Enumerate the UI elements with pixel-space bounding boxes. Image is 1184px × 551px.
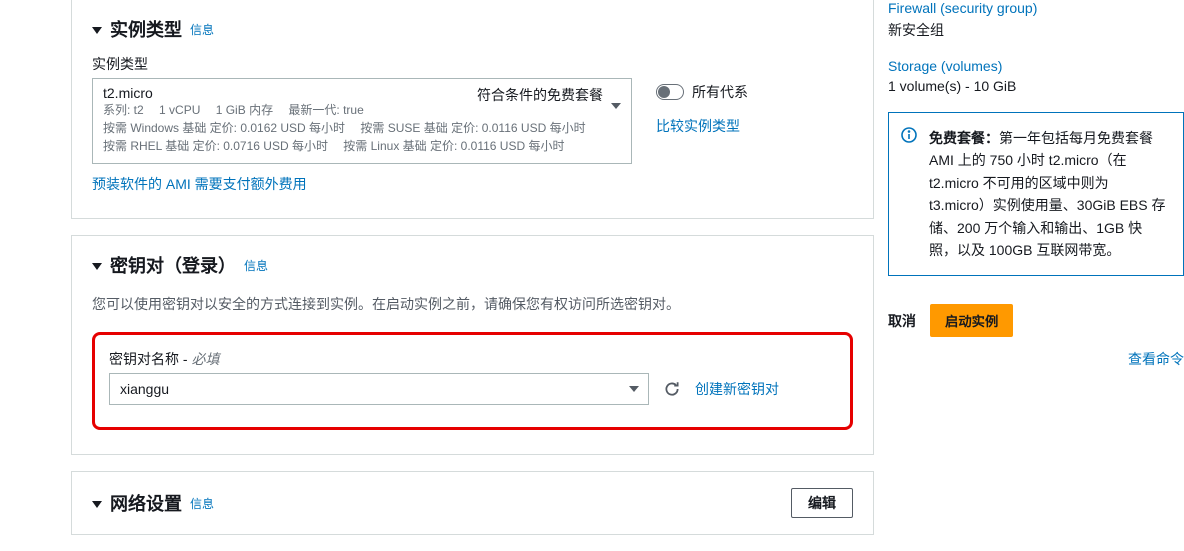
keypair-name-label: 密钥对名称 - 必填 [109,349,836,369]
keypair-title: 密钥对（登录） [110,252,236,278]
ami-extra-fee-link[interactable]: 预装软件的 AMI 需要支付额外费用 [92,176,307,192]
all-generations-label: 所有代系 [692,82,748,102]
keypair-info-link[interactable]: 信息 [244,257,268,274]
view-command-link[interactable]: 查看命令 [1128,351,1184,367]
all-generations-toggle-row: 所有代系 [656,82,748,102]
keypair-panel: 密钥对（登录） 信息 您可以使用密钥对以安全的方式连接到实例。在启动实例之前，请… [71,235,874,455]
caret-down-icon [92,263,102,270]
free-tier-info-box: 免费套餐：第一年包括每月免费套餐 AMI 上的 750 小时 t2.micro（… [888,112,1184,276]
summary-firewall-value: 新安全组 [888,20,1184,40]
keypair-highlight-box: 密钥对名称 - 必填 xianggu 创建新密钥对 [92,332,853,430]
caret-down-icon [92,27,102,34]
summary-firewall: Firewall (security group) 新安全组 [888,0,1184,40]
summary-storage-title[interactable]: Storage (volumes) [888,58,1184,74]
free-tier-badge: 符合条件的免费套餐 [477,85,603,105]
network-settings-info-link[interactable]: 信息 [190,495,214,512]
compare-instance-types-link[interactable]: 比较实例类型 [656,116,748,136]
summary-storage: Storage (volumes) 1 volume(s) - 10 GiB [888,58,1184,94]
network-settings-panel: 网络设置 信息 编辑 [71,471,874,535]
instance-type-panel: 实例类型 信息 实例类型 符合条件的免费套餐 t2.micro 系列: t2 1… [71,0,874,219]
create-keypair-link[interactable]: 创建新密钥对 [695,379,779,399]
instance-type-header[interactable]: 实例类型 信息 [72,0,873,46]
keypair-select[interactable]: xianggu [109,373,649,405]
network-settings-title: 网络设置 [110,490,182,516]
keypair-header[interactable]: 密钥对（登录） 信息 [72,236,873,282]
refresh-icon[interactable] [663,380,681,398]
chevron-down-icon [629,386,639,392]
summary-storage-value: 1 volume(s) - 10 GiB [888,78,1184,94]
action-row: 取消 启动实例 [888,304,1184,337]
cancel-button[interactable]: 取消 [888,311,916,331]
free-tier-text: 第一年包括每月免费套餐 AMI 上的 750 小时 t2.micro（在 t2.… [929,130,1166,258]
instance-pricing-2: 按需 RHEL 基础 定价: 0.0716 USD 每小时 按需 Linux 基… [103,137,603,155]
instance-type-info-link[interactable]: 信息 [190,21,214,38]
free-tier-label: 免费套餐： [929,130,999,146]
edit-network-button[interactable]: 编辑 [791,488,853,518]
instance-pricing-1: 按需 Windows 基础 定价: 0.0162 USD 每小时 按需 SUSE… [103,119,603,137]
keypair-description: 您可以使用密钥对以安全的方式连接到实例。在启动实例之前，请确保您有权访问所选密钥… [92,294,853,314]
network-settings-header[interactable]: 网络设置 信息 编辑 [72,472,873,522]
info-icon [901,127,917,143]
all-generations-toggle[interactable] [656,84,684,100]
chevron-down-icon [611,103,621,109]
caret-down-icon [92,501,102,508]
instance-type-title: 实例类型 [110,16,182,42]
instance-type-select[interactable]: 符合条件的免费套餐 t2.micro 系列: t2 1 vCPU 1 GiB 内… [92,78,632,164]
launch-instance-button[interactable]: 启动实例 [930,304,1013,337]
instance-type-field-label: 实例类型 [92,54,853,74]
summary-firewall-title[interactable]: Firewall (security group) [888,0,1184,16]
keypair-selected-value: xianggu [120,381,169,397]
